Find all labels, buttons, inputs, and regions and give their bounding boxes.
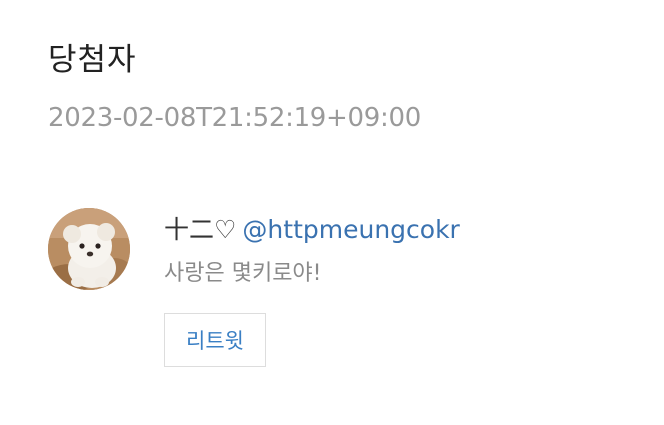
retweet-button[interactable]: 리트윗 (164, 313, 266, 367)
puppy-avatar-icon (48, 208, 130, 290)
user-handle-link[interactable]: @httpmeungcokr (242, 215, 459, 244)
avatar[interactable] (48, 208, 130, 290)
page: 당첨자 2023-02-08T21:52:19+09:00 十二♡ @httpme… (0, 0, 664, 425)
user-name-line: 十二♡ @httpmeungcokr (164, 212, 460, 248)
timestamp: 2023-02-08T21:52:19+09:00 (48, 103, 421, 133)
display-name: 十二♡ (164, 215, 237, 244)
page-title: 당첨자 (48, 42, 137, 78)
tweet-message: 사랑은 몇키로야! (164, 261, 322, 286)
winner-card: 十二♡ @httpmeungcokr 사랑은 몇키로야! 리트윗 (48, 208, 648, 378)
